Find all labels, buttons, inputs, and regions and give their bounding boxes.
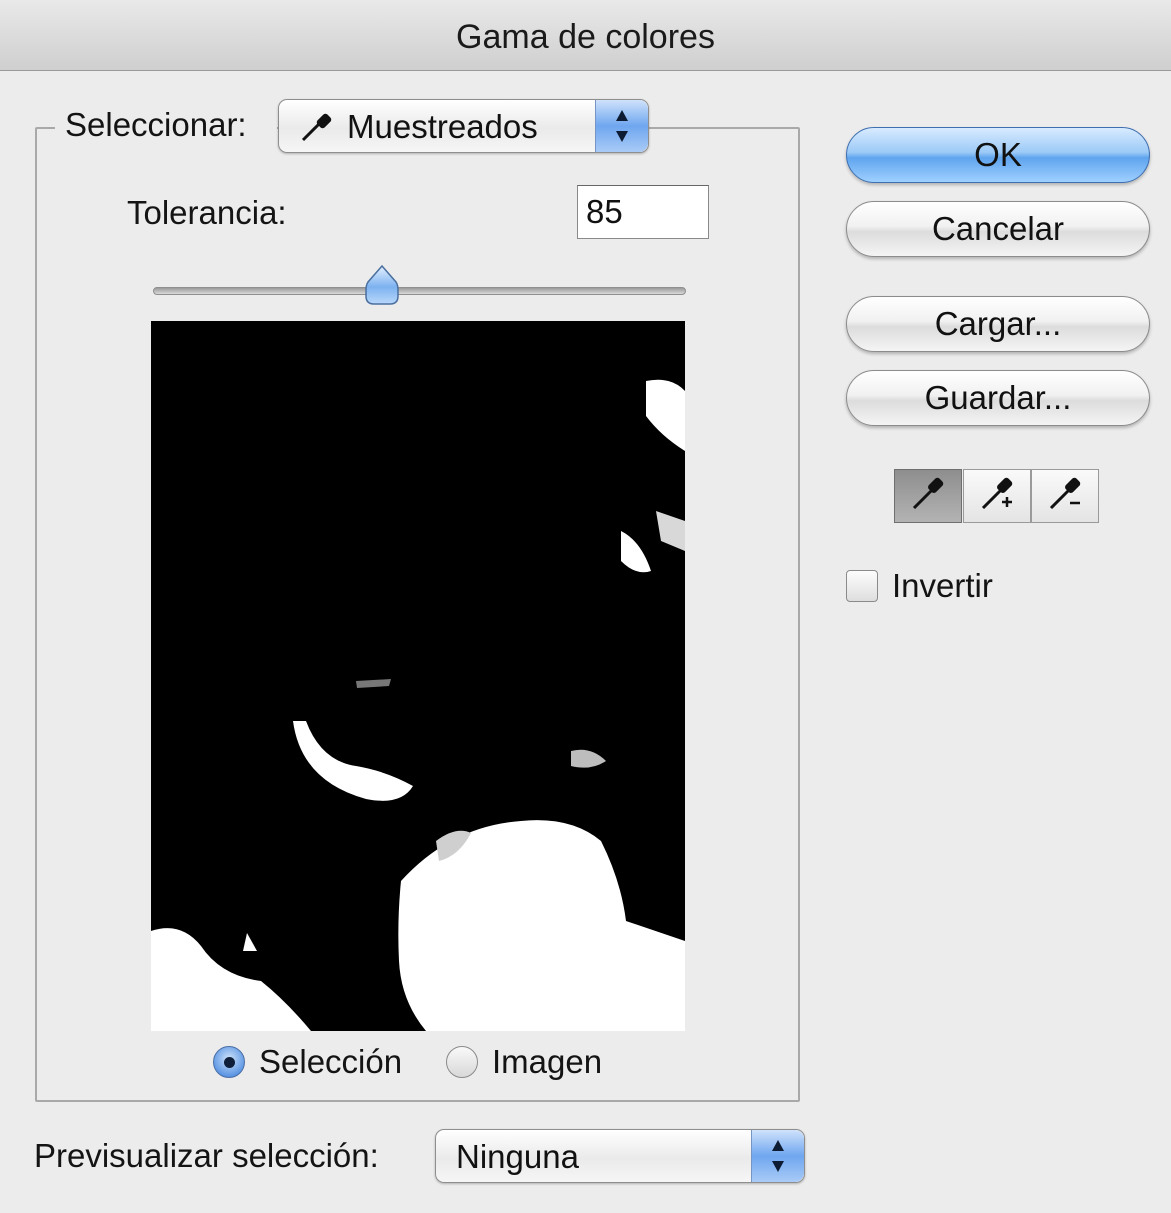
tolerance-slider-track[interactable]	[153, 287, 686, 295]
load-button[interactable]: Cargar...	[846, 296, 1150, 352]
dialog-title: Gama de colores	[456, 18, 715, 56]
eyedropper-icon	[299, 110, 333, 149]
save-button[interactable]: Guardar...	[846, 370, 1150, 426]
selection-preview-image[interactable]	[151, 321, 685, 1031]
preview-selection-label: Previsualizar selección:	[34, 1137, 379, 1174]
popup-arrows-icon	[595, 100, 648, 152]
invert-checkbox[interactable]	[846, 570, 878, 602]
eyedropper-icon	[909, 475, 947, 518]
preview-selection-value: Ninguna	[456, 1138, 579, 1175]
image-radio[interactable]	[446, 1046, 478, 1078]
subtract-sample-tool-button[interactable]	[1031, 469, 1099, 523]
select-label: Seleccionar:	[65, 106, 247, 143]
select-popup-value: Muestreados	[347, 108, 538, 145]
eyedropper-minus-icon	[1046, 475, 1084, 518]
eyedropper-plus-icon	[978, 475, 1016, 518]
select-popup[interactable]: Muestreados	[278, 99, 649, 153]
cancel-button[interactable]: Cancelar	[846, 201, 1150, 257]
radio-selected-dot	[224, 1057, 235, 1068]
add-sample-tool-button[interactable]	[963, 469, 1031, 523]
eyedropper-tool-button[interactable]	[894, 469, 962, 523]
popup-arrows-icon	[751, 1130, 804, 1182]
image-radio-label[interactable]: Imagen	[492, 1043, 602, 1081]
selection-radio[interactable]	[213, 1046, 245, 1078]
invert-label[interactable]: Invertir	[892, 567, 993, 605]
ok-button[interactable]: OK	[846, 127, 1150, 183]
tolerance-slider-thumb[interactable]	[365, 264, 399, 306]
preview-selection-popup[interactable]: Ninguna	[435, 1129, 805, 1183]
tolerance-label: Tolerancia:	[127, 194, 287, 231]
selection-radio-label[interactable]: Selección	[259, 1043, 402, 1081]
tolerance-field[interactable]	[577, 185, 709, 239]
